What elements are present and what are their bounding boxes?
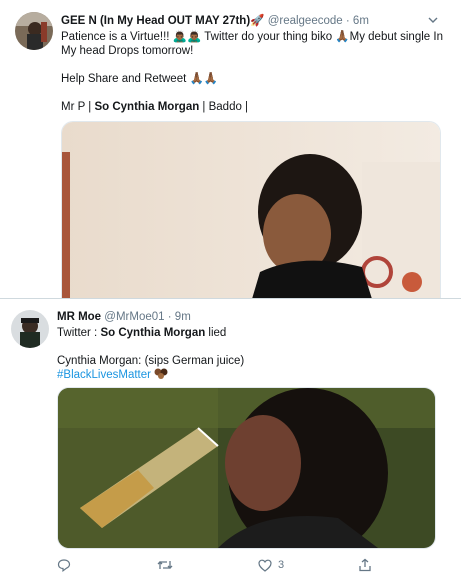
text-span: Mr P | <box>61 101 95 113</box>
chevron-down-icon[interactable] <box>428 15 438 25</box>
tweet-text: Patience is a Virtue!!! 🙇🏾‍♂️🙇🏾‍♂️ Twitt… <box>61 30 451 114</box>
tweet-text-line: Cynthia Morgan: (sips German juice) <box>57 355 245 367</box>
display-name[interactable]: MR Moe <box>57 311 101 323</box>
handle[interactable]: @realgeecode <box>268 15 343 27</box>
text-span: lied <box>205 327 227 339</box>
avatar[interactable] <box>15 12 53 50</box>
avatar[interactable] <box>11 310 49 348</box>
tweet-text-line: My head Drops tomorrow! <box>61 45 194 57</box>
tweet-media-gif[interactable] <box>57 387 436 549</box>
tweet-card[interactable]: GEE N (In My Head OUT MAY 27th)🚀 @realge… <box>0 0 461 299</box>
tweet-text: Twitter : So Cynthia Morgan lied Cynthia… <box>57 326 447 382</box>
retweet-icon <box>157 561 173 569</box>
media-frame <box>62 122 440 299</box>
heart-icon <box>258 559 272 572</box>
avatar-image <box>11 310 49 348</box>
tweet-header: MR Moe @MrMoe01 · 9m <box>57 311 191 323</box>
media-frame <box>58 388 435 548</box>
hashtag-line: #BlackLivesMatter <box>57 368 447 382</box>
tweet-header: GEE N (In My Head OUT MAY 27th)🚀 @realge… <box>61 13 369 27</box>
handle[interactable]: @MrMoe01 <box>104 311 164 323</box>
timestamp[interactable]: 9m <box>175 311 191 323</box>
reply-icon <box>57 559 71 572</box>
share-button[interactable] <box>358 557 378 573</box>
blacklivesmatter-fist-icon <box>154 368 168 379</box>
bold-mention: So Cynthia Morgan <box>94 101 200 113</box>
retweet-button[interactable] <box>157 557 179 573</box>
avatar-image <box>15 12 53 50</box>
display-name[interactable]: GEE N (In My Head OUT MAY 27th) <box>61 15 250 27</box>
text-span: | Baddo | <box>199 101 249 113</box>
bold-mention: So Cynthia Morgan <box>100 327 206 339</box>
hashtag-link[interactable]: #BlackLivesMatter <box>57 369 151 381</box>
tweet-text-line: Mr P | So Cynthia Morgan | Baddo | <box>61 100 451 114</box>
like-button[interactable]: 3 <box>258 557 284 573</box>
tweet-text-line: Twitter : So Cynthia Morgan lied <box>57 326 447 340</box>
tweet-actions: 3 <box>0 557 461 577</box>
tweet-card[interactable]: MR Moe @MrMoe01 · 9m Twitter : So Cynthi… <box>0 299 461 572</box>
like-count: 3 <box>278 559 285 571</box>
tweet-media-video[interactable] <box>61 121 441 299</box>
rocket-emoji: 🚀 <box>250 15 265 27</box>
text-span: Twitter : <box>57 327 101 339</box>
timestamp[interactable]: 6m <box>353 15 369 27</box>
separator-dot: · <box>167 311 172 323</box>
tweet-text-line: Help Share and Retweet 🙏🏾🙏🏾 <box>61 73 219 85</box>
separator-dot: · <box>345 15 350 27</box>
timeline: GEE N (In My Head OUT MAY 27th)🚀 @realge… <box>0 0 461 572</box>
tweet-text-line: Patience is a Virtue!!! 🙇🏾‍♂️🙇🏾‍♂️ Twitt… <box>61 31 443 43</box>
share-icon <box>359 558 371 572</box>
reply-button[interactable] <box>57 557 77 573</box>
